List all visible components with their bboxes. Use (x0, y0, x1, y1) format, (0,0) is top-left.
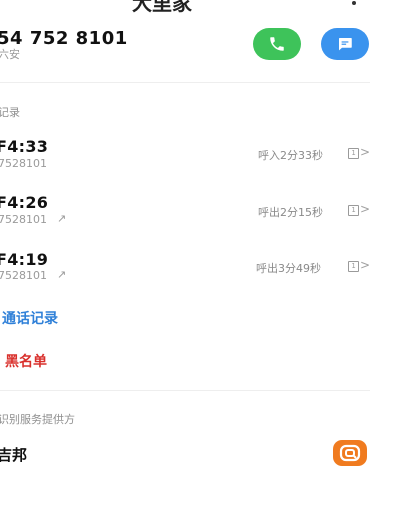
call-log-section-label: 记录 (0, 106, 20, 119)
chevron-right-icon[interactable]: > (360, 258, 370, 272)
log-entry-time: F4:26 (0, 193, 49, 212)
log-entry-time: F4:19 (0, 250, 49, 269)
provider-name: 吉邦 (0, 446, 28, 464)
log-entry-number: 7528101 (0, 213, 47, 226)
log-entry-time: F4:33 (0, 137, 49, 156)
chevron-right-icon[interactable]: > (360, 202, 370, 216)
phone-icon (270, 37, 284, 51)
divider (0, 390, 370, 391)
sim-card-icon: 1 (348, 205, 359, 216)
message-icon (339, 38, 352, 51)
call-button[interactable] (253, 28, 301, 60)
contact-title: 大里家 (132, 0, 192, 15)
divider (0, 82, 370, 83)
message-button[interactable] (321, 28, 369, 60)
log-entry-number: 7528101 (0, 157, 47, 170)
outgoing-call-icon: ↗ (57, 212, 67, 225)
sim-card-icon: 1 (348, 148, 359, 159)
log-entry-detail: 呼出3分49秒 (256, 262, 321, 275)
log-entry-detail: 呼出2分15秒 (258, 206, 323, 219)
more-options-icon[interactable] (352, 1, 356, 5)
chevron-right-icon[interactable]: > (360, 145, 370, 159)
log-entry-number: 7528101 (0, 269, 47, 282)
add-to-blacklist-link[interactable]: 黑名单 (5, 351, 47, 371)
number-location: 六安 (0, 48, 20, 61)
outgoing-call-icon: ↗ (57, 268, 67, 281)
provider-section-label: 识别服务提供方 (0, 413, 75, 426)
provider-logo-icon (333, 440, 367, 466)
sim-card-icon: 1 (348, 261, 359, 272)
view-call-history-link[interactable]: 通话记录 (2, 308, 58, 328)
log-entry-detail: 呼入2分33秒 (258, 149, 323, 162)
